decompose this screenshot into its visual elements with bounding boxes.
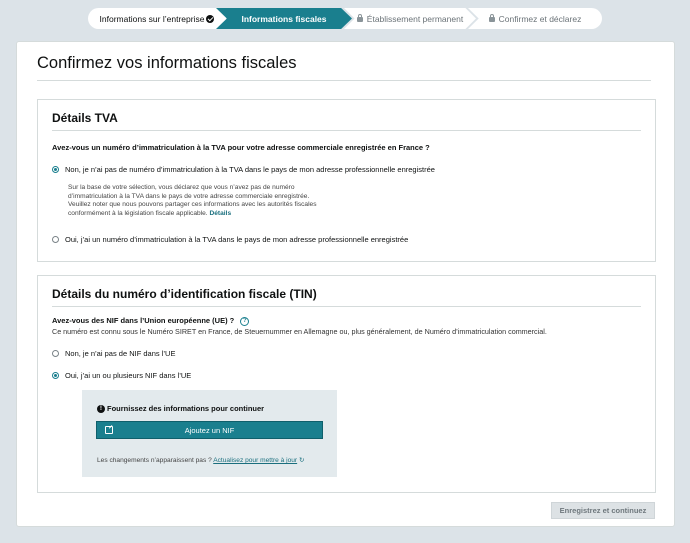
lock-icon bbox=[488, 13, 495, 22]
vat-disclaimer: Sur la base de votre sélection, vous déc… bbox=[68, 184, 318, 219]
radio-button-selected[interactable] bbox=[52, 166, 59, 173]
vat-option-no[interactable]: Non, je n’ai pas de numéro d’immatricula… bbox=[52, 165, 435, 174]
button-label: Ajoutez un NIF bbox=[184, 425, 235, 435]
add-tin-button[interactable]: Ajoutez un NIF bbox=[96, 421, 323, 439]
option-label: Oui, j’ai un ou plusieurs NIF dans l’UE bbox=[65, 371, 192, 380]
check-circle-icon bbox=[206, 14, 215, 23]
refresh-link[interactable]: Actualisez pour mettre à jour bbox=[213, 457, 297, 464]
refresh-icon[interactable]: ↻ bbox=[299, 457, 305, 464]
vat-question: Avez-vous un numéro d’immatriculation à … bbox=[52, 143, 430, 152]
callout-heading-text: Fournissez des informations pour continu… bbox=[107, 404, 265, 413]
callout-heading: ! Fournissez des informations pour conti… bbox=[97, 404, 264, 413]
lock-icon bbox=[356, 13, 363, 22]
option-label: Non, je n’ai pas de NIF dans l’UE bbox=[65, 349, 176, 358]
step-confirm-declare: Confirmez et déclarez bbox=[468, 8, 602, 29]
tin-section: Détails du numéro d’identification fisca… bbox=[37, 275, 656, 493]
radio-button[interactable] bbox=[52, 236, 59, 243]
tin-option-yes[interactable]: Oui, j’ai un ou plusieurs NIF dans l’UE bbox=[52, 371, 191, 380]
option-label: Non, je n’ai pas de numéro d’immatricula… bbox=[65, 165, 435, 174]
divider bbox=[52, 306, 641, 307]
vat-section: Détails TVA Avez-vous un numéro d’immatr… bbox=[37, 99, 656, 262]
section-title: Détails TVA bbox=[52, 111, 118, 125]
disclaimer-text: Sur la base de votre sélection, vous déc… bbox=[68, 184, 317, 218]
page-title: Confirmez vos informations fiscales bbox=[37, 54, 297, 72]
step-label: Informations sur l’entreprise bbox=[99, 13, 205, 24]
main-card: Confirmez vos informations fiscales Déta… bbox=[16, 41, 675, 527]
tin-callout: ! Fournissez des informations pour conti… bbox=[82, 390, 337, 477]
tin-help-text: Ce numéro est connu sous le Numéro SIRET… bbox=[52, 327, 547, 336]
divider bbox=[52, 130, 641, 131]
vat-option-yes[interactable]: Oui, j’ai un numéro d’immatriculation à … bbox=[52, 235, 408, 244]
step-label: Établissement permanent bbox=[366, 13, 464, 24]
step-permanent-establishment: Établissement permanent bbox=[344, 8, 476, 29]
section-title: Détails du numéro d’identification fisca… bbox=[52, 287, 317, 301]
alert-icon: ! bbox=[97, 404, 105, 413]
radio-button[interactable] bbox=[52, 350, 59, 357]
question-text: Avez-vous des NIF dans l’Union européenn… bbox=[52, 316, 235, 325]
option-label: Oui, j’ai un numéro d’immatriculation à … bbox=[65, 235, 409, 244]
refresh-text: Les changements n’apparaissent pas ? bbox=[97, 457, 212, 464]
progress-stepper: Informations sur l’entreprise Informatio… bbox=[88, 8, 602, 29]
question-circle-icon[interactable]: ? bbox=[240, 316, 250, 326]
step-label: Confirmez et déclarez bbox=[498, 13, 582, 24]
tin-question: Avez-vous des NIF dans l’Union européenn… bbox=[52, 316, 250, 326]
tin-option-no[interactable]: Non, je n’ai pas de NIF dans l’UE bbox=[52, 349, 175, 358]
step-label: Informations fiscales bbox=[241, 13, 327, 24]
refresh-line: Les changements n’apparaissent pas ? Act… bbox=[97, 456, 305, 464]
radio-button-selected[interactable] bbox=[52, 372, 59, 379]
save-continue-button[interactable]: Enregistrez et continuez bbox=[551, 502, 655, 519]
details-link[interactable]: Détails bbox=[210, 210, 232, 217]
step-company-info[interactable]: Informations sur l’entreprise bbox=[88, 8, 226, 29]
step-tax-info: Informations fiscales bbox=[216, 8, 352, 29]
divider bbox=[37, 80, 651, 81]
external-link-icon bbox=[105, 426, 113, 434]
